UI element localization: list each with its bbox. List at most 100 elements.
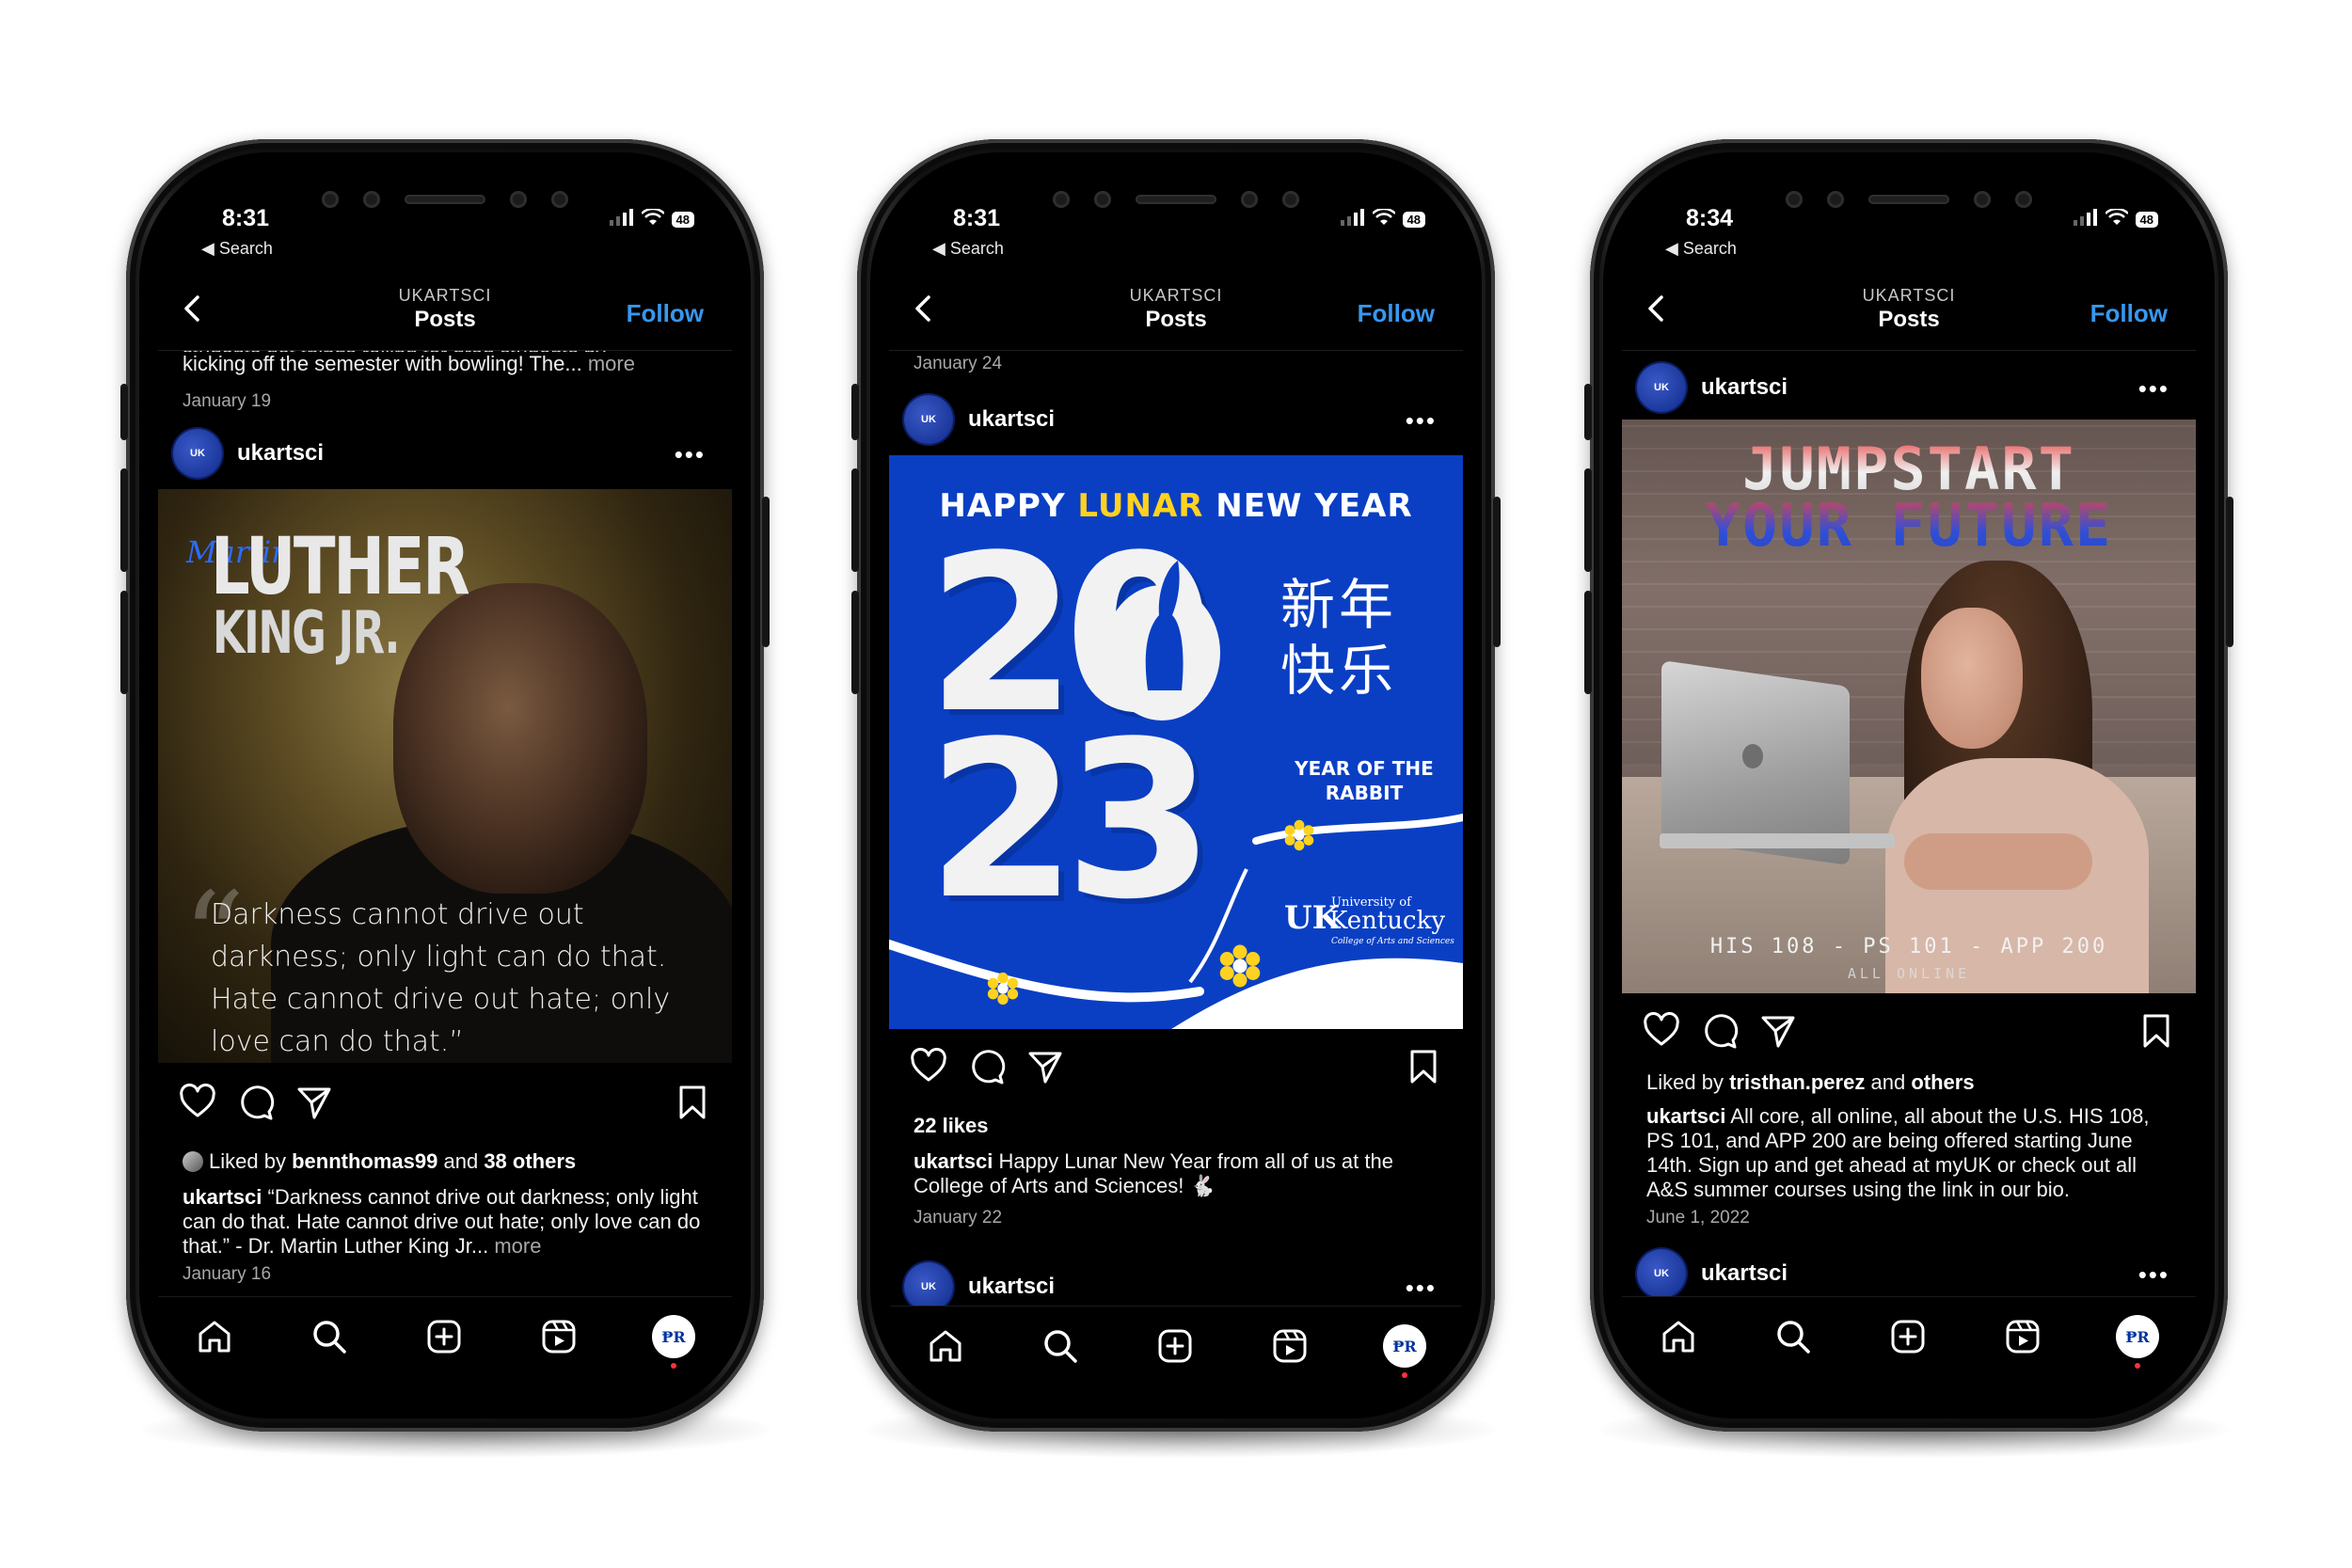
search-icon[interactable] xyxy=(310,1318,348,1355)
phone-side-button xyxy=(762,497,770,647)
back-to-search-link[interactable]: ◀ Search xyxy=(932,239,1004,259)
home-icon[interactable] xyxy=(196,1318,233,1355)
comment-icon[interactable] xyxy=(968,1048,1006,1085)
post-image[interactable]: JUMPSTART YOUR FUTURE HIS 108 - PS 101 -… xyxy=(1622,420,2196,993)
phone-side-button xyxy=(120,468,128,572)
comment-icon[interactable] xyxy=(237,1084,275,1121)
speaker-grille xyxy=(405,195,485,204)
more-link[interactable]: more xyxy=(588,352,635,375)
search-icon[interactable] xyxy=(1774,1318,1812,1355)
back-to-search-link[interactable]: ◀ Search xyxy=(201,239,273,259)
post-actions xyxy=(1622,1003,2196,1059)
more-dots-icon[interactable]: ••• xyxy=(2138,1260,2169,1290)
post-header: UK ukartsci ••• xyxy=(1622,356,2196,418)
comment-icon[interactable] xyxy=(1701,1012,1739,1050)
profile-icon[interactable]: ⱣR xyxy=(1386,1327,1423,1365)
phone-side-button xyxy=(1584,468,1592,572)
search-icon[interactable] xyxy=(1041,1327,1079,1365)
bottom-nav: ⱣR xyxy=(1622,1296,2196,1391)
wifi-icon xyxy=(1371,207,1396,230)
phone-side-button xyxy=(1493,497,1501,647)
more-dots-icon[interactable]: ••• xyxy=(1406,1274,1437,1303)
sensor-icon xyxy=(1827,191,1844,208)
phone-side-button xyxy=(120,384,128,440)
home-icon[interactable] xyxy=(1660,1318,1697,1355)
follow-button[interactable]: Follow xyxy=(2090,299,2168,328)
heart-icon[interactable] xyxy=(910,1047,947,1085)
post-username[interactable]: ukartsci xyxy=(1701,1260,1788,1287)
liked-by-user[interactable]: tristhan.perez xyxy=(1729,1070,1865,1094)
more-dots-icon[interactable]: ••• xyxy=(1406,406,1437,436)
bookmark-icon[interactable] xyxy=(2137,1012,2175,1050)
caption-username[interactable]: ukartsci xyxy=(1646,1104,1725,1128)
battery-icon: 48 xyxy=(2135,212,2158,228)
liked-by-others[interactable]: others xyxy=(1911,1070,1974,1094)
share-icon[interactable] xyxy=(1759,1012,1797,1050)
photo-person-face xyxy=(1921,608,2023,749)
post-date: January 19 xyxy=(183,391,272,411)
camera-icon xyxy=(1282,191,1299,208)
post-image[interactable]: HAPPY LUNAR NEW YEAR 20 23 新年 快乐 YEAR OF… xyxy=(889,455,1463,1029)
liked-by-others[interactable]: 38 others xyxy=(484,1149,576,1173)
avatar[interactable]: UK xyxy=(1637,1249,1686,1298)
post-image[interactable]: Martin LUTHER KING JR. “ Darkness cannot… xyxy=(158,489,732,1063)
posts-header: UKARTSCI Posts Follow xyxy=(1622,265,2196,351)
post-header: UK ukartsci ••• xyxy=(158,421,732,483)
image-title-line2: KING JR. xyxy=(213,598,400,667)
phone-side-button xyxy=(2226,497,2233,647)
likes-count-text[interactable]: 22 likes xyxy=(914,1114,989,1137)
more-dots-icon[interactable]: ••• xyxy=(675,440,706,469)
status-time: 8:31 xyxy=(953,205,1001,231)
battery-icon: 48 xyxy=(1402,212,1425,228)
notification-dot xyxy=(1402,1372,1407,1378)
chinese-greeting-line2: 快乐 xyxy=(1280,639,1398,703)
avatar[interactable]: UK xyxy=(904,395,953,444)
flower-icon xyxy=(1219,944,1261,988)
create-icon[interactable] xyxy=(1156,1327,1194,1365)
reels-icon[interactable] xyxy=(2004,1318,2042,1355)
phone-side-button xyxy=(851,591,859,694)
caption-username[interactable]: ukartsci xyxy=(183,1185,262,1209)
avatar[interactable]: UK xyxy=(1637,363,1686,412)
liked-by-prefix: Liked by xyxy=(209,1149,286,1173)
signal-icon xyxy=(609,209,634,230)
home-icon[interactable] xyxy=(927,1327,964,1365)
create-icon[interactable] xyxy=(425,1318,463,1355)
avatar[interactable]: UK xyxy=(904,1262,953,1311)
reels-icon[interactable] xyxy=(1271,1327,1309,1365)
speaker-grille xyxy=(1868,195,1949,204)
post-header: UK ukartsci ••• xyxy=(889,388,1463,450)
heart-icon[interactable] xyxy=(1643,1011,1680,1050)
bookmark-icon[interactable] xyxy=(1405,1048,1442,1085)
share-icon[interactable] xyxy=(295,1084,333,1121)
sensor-icon xyxy=(1094,191,1111,208)
follow-button[interactable]: Follow xyxy=(1358,299,1435,328)
all-online-label: ALL ONLINE xyxy=(1847,965,1971,982)
more-dots-icon[interactable]: ••• xyxy=(2138,374,2169,404)
post-actions xyxy=(158,1074,732,1131)
create-icon[interactable] xyxy=(1889,1318,1927,1355)
avatar[interactable]: UK xyxy=(173,429,222,478)
caption-username[interactable]: ukartsci xyxy=(914,1149,993,1173)
liked-by-user[interactable]: bennthomas99 xyxy=(292,1149,437,1173)
share-icon[interactable] xyxy=(1026,1048,1064,1085)
post-username[interactable]: ukartsci xyxy=(968,1274,1055,1300)
reels-icon[interactable] xyxy=(540,1318,578,1355)
more-link[interactable]: more xyxy=(494,1234,541,1258)
post-caption: ukartsci “Darkness cannot drive out dark… xyxy=(183,1185,707,1259)
status-time: 8:31 xyxy=(222,205,270,231)
bookmark-icon[interactable] xyxy=(674,1084,711,1121)
profile-icon[interactable]: ⱣR xyxy=(655,1318,692,1355)
phone-mockup-right: 8:34 ◀ Search 48 UKARTSCI Posts Follow U… xyxy=(1584,139,2233,1432)
next-post-header: UK ukartsci ••• xyxy=(1622,1242,2196,1304)
profile-icon[interactable]: ⱣR xyxy=(2119,1318,2156,1355)
post-username[interactable]: ukartsci xyxy=(1701,374,1788,401)
back-to-search-link[interactable]: ◀ Search xyxy=(1665,239,1737,259)
post-username[interactable]: ukartsci xyxy=(968,406,1055,433)
phone-screen: 8:31 ◀ Search 48 UKARTSCI Posts Follow J… xyxy=(889,171,1463,1400)
post-username[interactable]: ukartsci xyxy=(237,440,324,467)
heart-icon[interactable] xyxy=(179,1083,216,1121)
notch xyxy=(1025,171,1327,228)
post-date: January 22 xyxy=(914,1208,1003,1227)
follow-button[interactable]: Follow xyxy=(627,299,704,328)
